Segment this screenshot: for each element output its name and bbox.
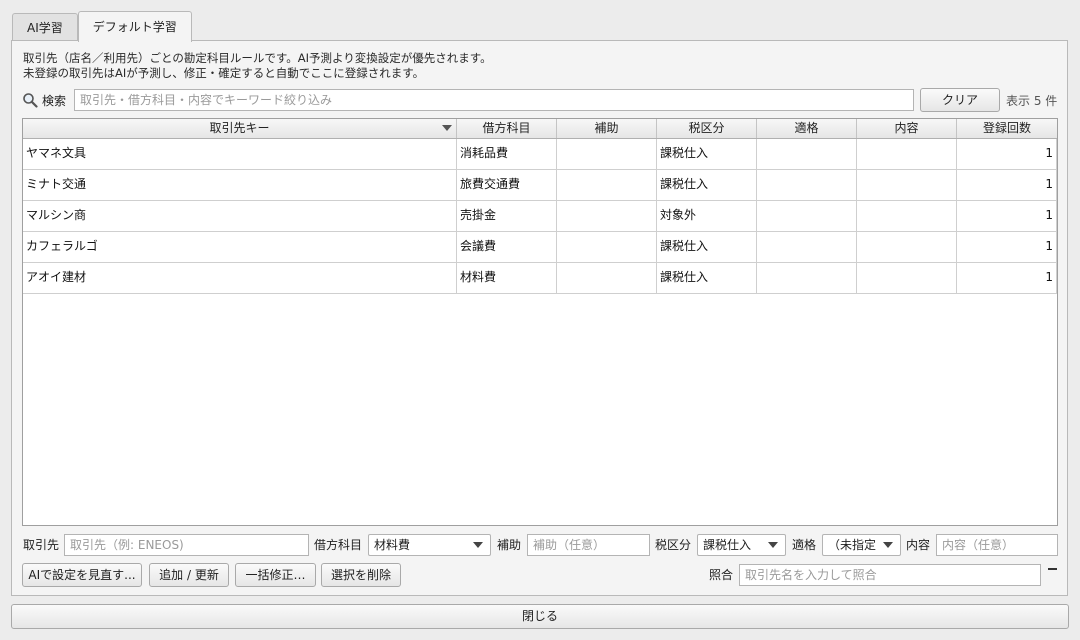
ai-review-button[interactable]: AIで設定を見直す... <box>22 563 142 587</box>
cell-debit: 材料費 <box>457 263 557 293</box>
search-label: 検索 <box>42 94 67 108</box>
description-line-2: 未登録の取引先はAIが予測し、修正・確定すると自動でここに登録されます。 <box>23 66 425 80</box>
cell-content <box>857 201 957 231</box>
tab-ai-learning[interactable]: AI学習 <box>12 13 78 42</box>
sort-indicator-icon <box>442 125 452 131</box>
tab-bar: AI学習 デフォルト学習 <box>12 11 192 42</box>
cell-debit: 会議費 <box>457 232 557 262</box>
cell-tax: 課税仕入 <box>657 170 757 200</box>
table-row[interactable]: ミナト交通 旅費交通費 課税仕入 1 <box>23 170 1057 201</box>
tax-select[interactable]: 課税仕入 <box>697 534 786 556</box>
cell-count: 1 <box>957 232 1057 262</box>
debit-select-value: 材料費 <box>374 538 411 552</box>
column-header-tax[interactable]: 税区分 <box>657 119 757 138</box>
close-button[interactable]: 閉じる <box>11 604 1069 629</box>
table-body: ヤマネ文具 消耗品費 課税仕入 1 ミナト交通 旅費交通費 課税仕入 1 マルシ… <box>23 139 1057 294</box>
match-input[interactable]: 取引先名を入力して照合 <box>739 564 1041 586</box>
column-header-sub[interactable]: 補助 <box>557 119 657 138</box>
add-update-button[interactable]: 追加 / 更新 <box>149 563 229 587</box>
cell-qualified <box>757 263 857 293</box>
debit-label: 借方科目 <box>314 538 363 552</box>
match-label: 照合 <box>709 568 734 582</box>
minus-icon[interactable] <box>1048 568 1057 570</box>
table-row[interactable]: カフェラルゴ 会議費 課税仕入 1 <box>23 232 1057 263</box>
table-header: 取引先キー 借方科目 補助 税区分 適格 内容 登録回数 <box>23 119 1057 139</box>
cell-content <box>857 139 957 169</box>
column-header-key[interactable]: 取引先キー <box>23 119 457 138</box>
cell-sub <box>557 170 657 200</box>
cell-sub <box>557 139 657 169</box>
cell-debit: 消耗品費 <box>457 139 557 169</box>
delete-selected-button[interactable]: 選択を削除 <box>321 563 401 587</box>
sub-input[interactable]: 補助（任意） <box>527 534 650 556</box>
cell-key: ミナト交通 <box>23 170 457 200</box>
chevron-down-icon <box>473 542 483 548</box>
sub-label: 補助 <box>497 538 522 552</box>
cell-count: 1 <box>957 170 1057 200</box>
cell-content <box>857 232 957 262</box>
cell-tax: 課税仕入 <box>657 232 757 262</box>
cell-qualified <box>757 201 857 231</box>
tax-label: 税区分 <box>655 538 692 552</box>
vendor-input[interactable]: 取引先（例: ENEOS) <box>64 534 309 556</box>
clear-button[interactable]: クリア <box>920 88 1000 112</box>
cell-sub <box>557 201 657 231</box>
table-row[interactable]: マルシン商 売掛金 対象外 1 <box>23 201 1057 232</box>
cell-tax: 課税仕入 <box>657 139 757 169</box>
content-label: 内容 <box>906 538 931 552</box>
vendor-label: 取引先 <box>23 538 60 552</box>
cell-qualified <box>757 139 857 169</box>
cell-key: マルシン商 <box>23 201 457 231</box>
default-learning-panel: 取引先（店名／利用先）ごとの勘定科目ルールです。AI予測より変換設定が優先されま… <box>11 40 1068 596</box>
chevron-down-icon <box>768 542 778 548</box>
rules-table: 取引先キー 借方科目 補助 税区分 適格 内容 登録回数 ヤマネ文具 消耗品費 … <box>22 118 1058 526</box>
table-row[interactable]: ヤマネ文具 消耗品費 課税仕入 1 <box>23 139 1057 170</box>
cell-debit: 売掛金 <box>457 201 557 231</box>
cell-tax: 対象外 <box>657 201 757 231</box>
cell-content <box>857 170 957 200</box>
debit-select[interactable]: 材料費 <box>368 534 491 556</box>
cell-tax: 課税仕入 <box>657 263 757 293</box>
chevron-down-icon <box>883 542 893 548</box>
cell-count: 1 <box>957 201 1057 231</box>
column-header-content[interactable]: 内容 <box>857 119 957 138</box>
cell-key: アオイ建材 <box>23 263 457 293</box>
column-header-debit[interactable]: 借方科目 <box>457 119 557 138</box>
qualified-select[interactable]: （未指定 <box>822 534 901 556</box>
cell-debit: 旅費交通費 <box>457 170 557 200</box>
qualified-label: 適格 <box>792 538 817 552</box>
cell-qualified <box>757 170 857 200</box>
search-icon <box>23 93 38 108</box>
cell-count: 1 <box>957 139 1057 169</box>
bulk-edit-button[interactable]: 一括修正… <box>235 563 316 587</box>
cell-content <box>857 263 957 293</box>
cell-count: 1 <box>957 263 1057 293</box>
description-line-1: 取引先（店名／利用先）ごとの勘定科目ルールです。AI予測より変換設定が優先されま… <box>23 51 492 65</box>
cell-sub <box>557 263 657 293</box>
cell-qualified <box>757 232 857 262</box>
tax-select-value: 課税仕入 <box>703 538 752 552</box>
column-header-qualified[interactable]: 適格 <box>757 119 857 138</box>
search-row: 検索 取引先・借方科目・内容でキーワード絞り込み クリア 表示 5 件 <box>22 88 1058 112</box>
result-count: 表示 5 件 <box>1006 94 1058 108</box>
column-header-count[interactable]: 登録回数 <box>957 119 1057 138</box>
description: 取引先（店名／利用先）ごとの勘定科目ルールです。AI予測より変換設定が優先されま… <box>23 51 492 81</box>
table-row[interactable]: アオイ建材 材料費 課税仕入 1 <box>23 263 1057 294</box>
cell-sub <box>557 232 657 262</box>
cell-key: ヤマネ文具 <box>23 139 457 169</box>
cell-key: カフェラルゴ <box>23 232 457 262</box>
qualified-select-value: （未指定 <box>828 538 877 552</box>
search-input[interactable]: 取引先・借方科目・内容でキーワード絞り込み <box>74 89 914 111</box>
tab-default-learning[interactable]: デフォルト学習 <box>77 11 192 42</box>
content-input[interactable]: 内容（任意） <box>936 534 1058 556</box>
